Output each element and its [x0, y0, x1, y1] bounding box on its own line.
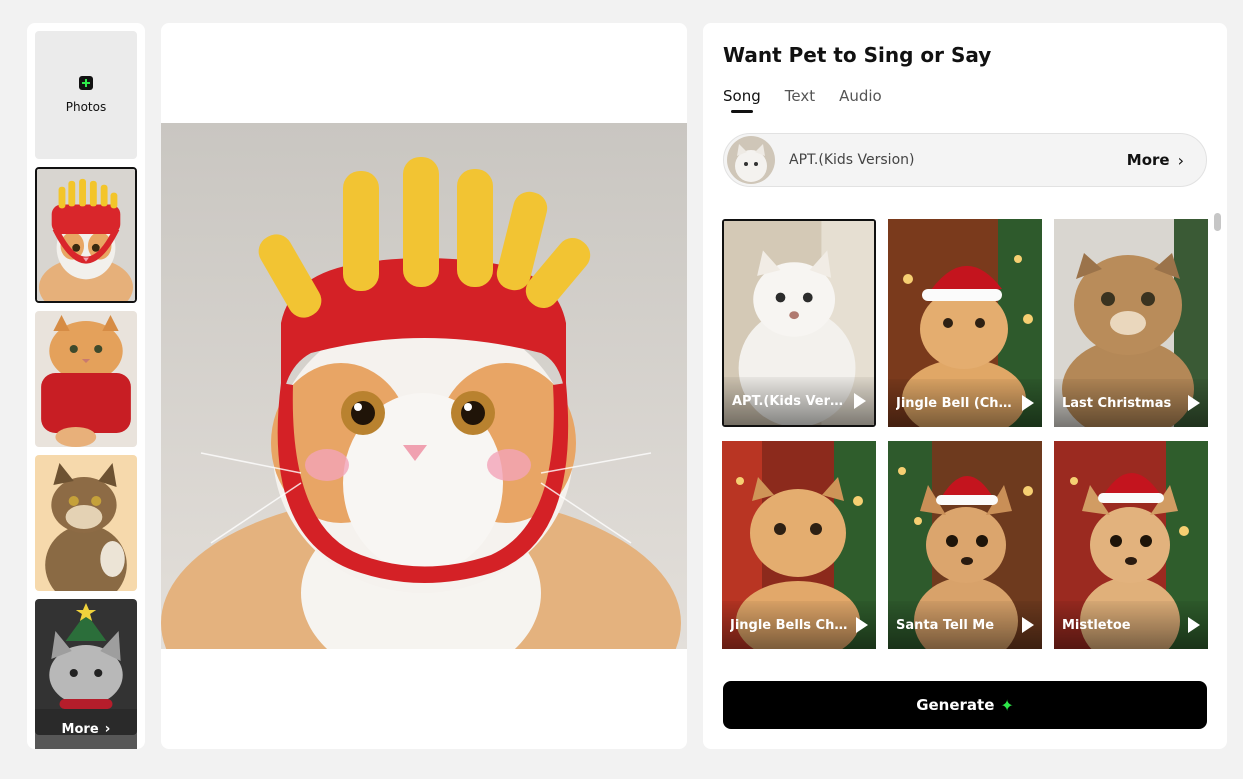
sparkle-icon: ✦ [1000, 695, 1014, 715]
play-icon[interactable] [1188, 617, 1200, 633]
white-kitten-icon [727, 136, 775, 184]
cat-red-sweater-image [35, 311, 137, 447]
song-card-caption: Jingle Bell (Christmas) [888, 379, 1042, 427]
play-icon[interactable] [1188, 395, 1200, 411]
generate-button[interactable]: Generate ✦ [723, 681, 1207, 729]
song-title: Santa Tell Me [896, 617, 995, 633]
chevron-right-icon: › [104, 721, 111, 737]
song-title: Mistletoe [1062, 617, 1131, 633]
song-grid: APT.(Kids Version) Jingle Bell (Christma [722, 219, 1212, 653]
more-songs-button[interactable]: More › [1127, 151, 1184, 170]
preview-image [161, 123, 687, 649]
song-card-caption: Jingle Bells Christmas [722, 601, 876, 649]
play-icon[interactable] [1022, 617, 1034, 633]
upload-photos-label: Photos [65, 100, 107, 114]
song-card-caption: Santa Tell Me [888, 601, 1042, 649]
generate-label: Generate [916, 696, 995, 714]
play-icon[interactable] [854, 393, 866, 409]
song-title: Last Christmas [1062, 395, 1172, 411]
play-icon[interactable] [856, 617, 868, 633]
panel-title: Want Pet to Sing or Say [723, 43, 992, 67]
mode-tabs: Song Text Audio [723, 87, 882, 113]
song-card-6[interactable]: Mistletoe [1054, 441, 1208, 649]
upload-photos-button[interactable]: Photos [35, 31, 137, 159]
photo-thumbnail-3[interactable] [35, 455, 137, 591]
song-card-3[interactable]: Last Christmas [1054, 219, 1208, 427]
song-card-caption: Last Christmas [1054, 379, 1208, 427]
tab-text[interactable]: Text [785, 87, 815, 113]
photo-thumbnail-1[interactable] [35, 167, 137, 303]
play-icon[interactable] [1022, 395, 1034, 411]
song-grid-scrollbar[interactable] [1214, 213, 1221, 231]
song-card-2[interactable]: Jingle Bell (Christmas) [888, 219, 1042, 427]
song-title: Jingle Bell (Christmas) [896, 395, 1016, 411]
song-card-1[interactable]: APT.(Kids Version) [722, 219, 876, 427]
song-panel: Want Pet to Sing or Say Song Text Audio … [703, 23, 1227, 749]
song-card-caption: APT.(Kids Version) [724, 377, 874, 425]
selected-song-name: APT.(Kids Version) [789, 152, 915, 168]
song-title: Jingle Bells Christmas [730, 617, 850, 633]
song-card-caption: Mistletoe [1054, 601, 1208, 649]
more-songs-label: More [1126, 151, 1170, 169]
selected-song-bar[interactable]: APT.(Kids Version) More › [723, 133, 1207, 187]
preview-panel [161, 23, 687, 749]
song-card-5[interactable]: Santa Tell Me [888, 441, 1042, 649]
more-photos-label: More [61, 721, 99, 737]
chevron-right-icon: › [1177, 150, 1184, 170]
photo-thumbnail-2[interactable] [35, 311, 137, 447]
photo-strip: Photos More › [27, 23, 145, 749]
cat-fries-hat-preview [161, 123, 687, 649]
add-icon [79, 76, 93, 90]
song-title: APT.(Kids Version) [732, 393, 848, 409]
cat-fries-hat-image [37, 169, 135, 301]
tabby-cat-image [35, 455, 137, 591]
song-card-4[interactable]: Jingle Bells Christmas [722, 441, 876, 649]
song-avatar [727, 136, 775, 184]
tab-audio[interactable]: Audio [839, 87, 882, 113]
tab-song[interactable]: Song [723, 87, 761, 113]
more-photos-button[interactable]: More › [35, 709, 137, 749]
